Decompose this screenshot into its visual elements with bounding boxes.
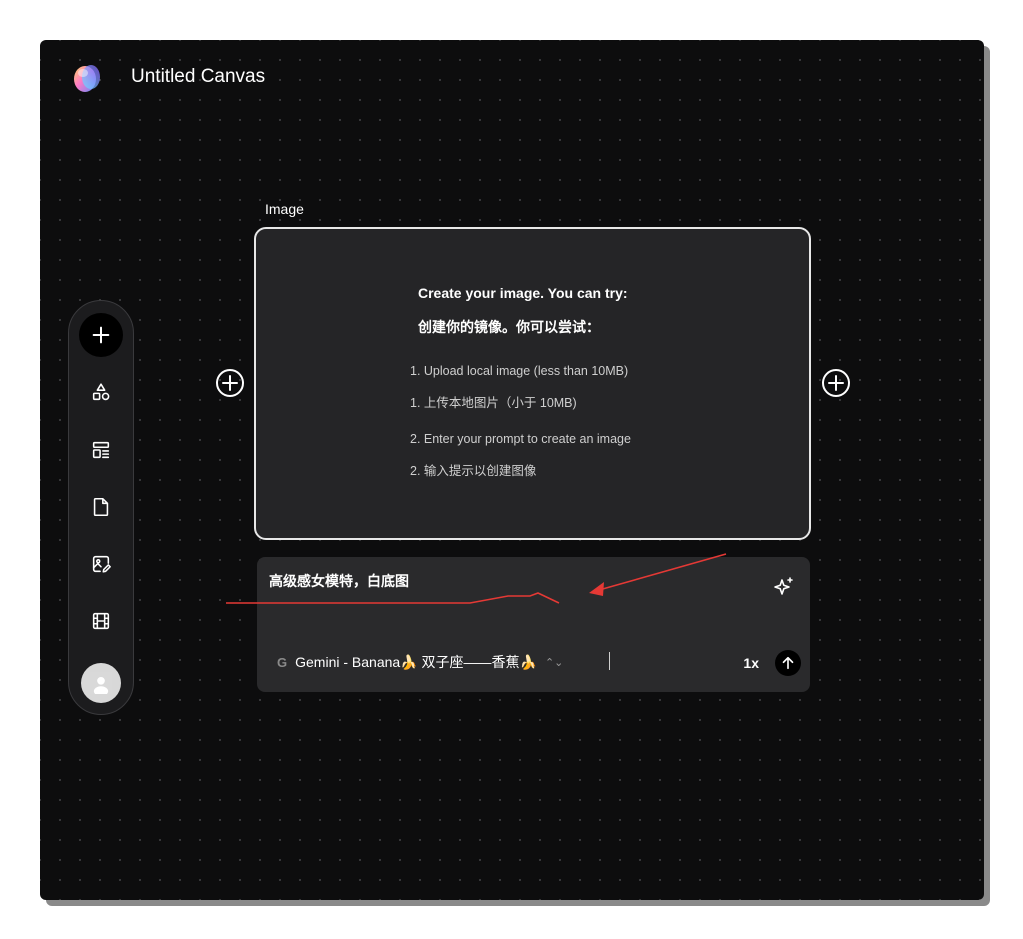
step-prompt-zh: 2. 输入提示以创建图像 xyxy=(410,464,537,478)
prompt-input[interactable]: 高级感女模特，白底图 xyxy=(269,571,409,591)
user-avatar[interactable] xyxy=(81,663,121,703)
app-logo-icon[interactable] xyxy=(70,60,106,96)
chevron-updown-icon: ⌃⌄ xyxy=(544,656,564,669)
node-label: Image xyxy=(265,201,304,217)
arrow-up-icon xyxy=(782,656,794,670)
model-name: Gemini - Banana🍌 双子座——香蕉🍌 xyxy=(295,654,537,670)
shapes-icon xyxy=(92,383,110,401)
google-icon: G xyxy=(277,654,288,670)
film-icon xyxy=(92,612,110,630)
plus-circle-icon xyxy=(822,369,850,397)
step-prompt-en: 2. Enter your prompt to create an image xyxy=(410,432,631,446)
text-cursor xyxy=(609,652,610,670)
left-toolbar xyxy=(68,300,134,715)
canvas-title[interactable]: Untitled Canvas xyxy=(131,66,265,88)
card-heading-zh: 创建你的镜像。你可以尝试： xyxy=(418,319,600,335)
layout-button[interactable] xyxy=(81,430,121,470)
add-left-node-button[interactable] xyxy=(215,368,245,398)
image-node-card[interactable]: Create your image. You can try: 创建你的镜像。你… xyxy=(254,227,811,540)
image-count[interactable]: 1x xyxy=(743,655,759,671)
model-selector[interactable]: G Gemini - Banana🍌 双子座——香蕉🍌 ⌃⌄ xyxy=(277,652,563,672)
image-edit-button[interactable] xyxy=(81,544,121,584)
add-icon xyxy=(92,326,110,344)
prompt-panel: 高级感女模特，白底图 G Gemini - Banana🍌 双子座——香蕉🍌 ⌃… xyxy=(257,557,810,692)
sparkle-icon xyxy=(774,577,793,595)
film-button[interactable] xyxy=(81,601,121,641)
document-button[interactable] xyxy=(81,487,121,527)
image-edit-icon xyxy=(92,555,111,573)
card-heading-en: Create your image. You can try: xyxy=(418,285,628,301)
add-button[interactable] xyxy=(79,313,123,357)
step-upload-en: 1. Upload local image (less than 10MB) xyxy=(410,364,629,378)
send-button[interactable] xyxy=(775,650,801,676)
enhance-prompt-button[interactable] xyxy=(772,575,796,599)
canvas-workspace[interactable]: Untitled Canvas Image Create your image.… xyxy=(40,40,984,900)
shapes-button[interactable] xyxy=(81,372,121,412)
document-icon xyxy=(93,497,109,517)
plus-circle-icon xyxy=(216,369,244,397)
step-upload-zh: 1. 上传本地图片（小于 10MB) xyxy=(410,396,577,410)
avatar-icon xyxy=(90,672,112,694)
add-right-node-button[interactable] xyxy=(821,368,851,398)
layout-icon xyxy=(92,441,110,459)
